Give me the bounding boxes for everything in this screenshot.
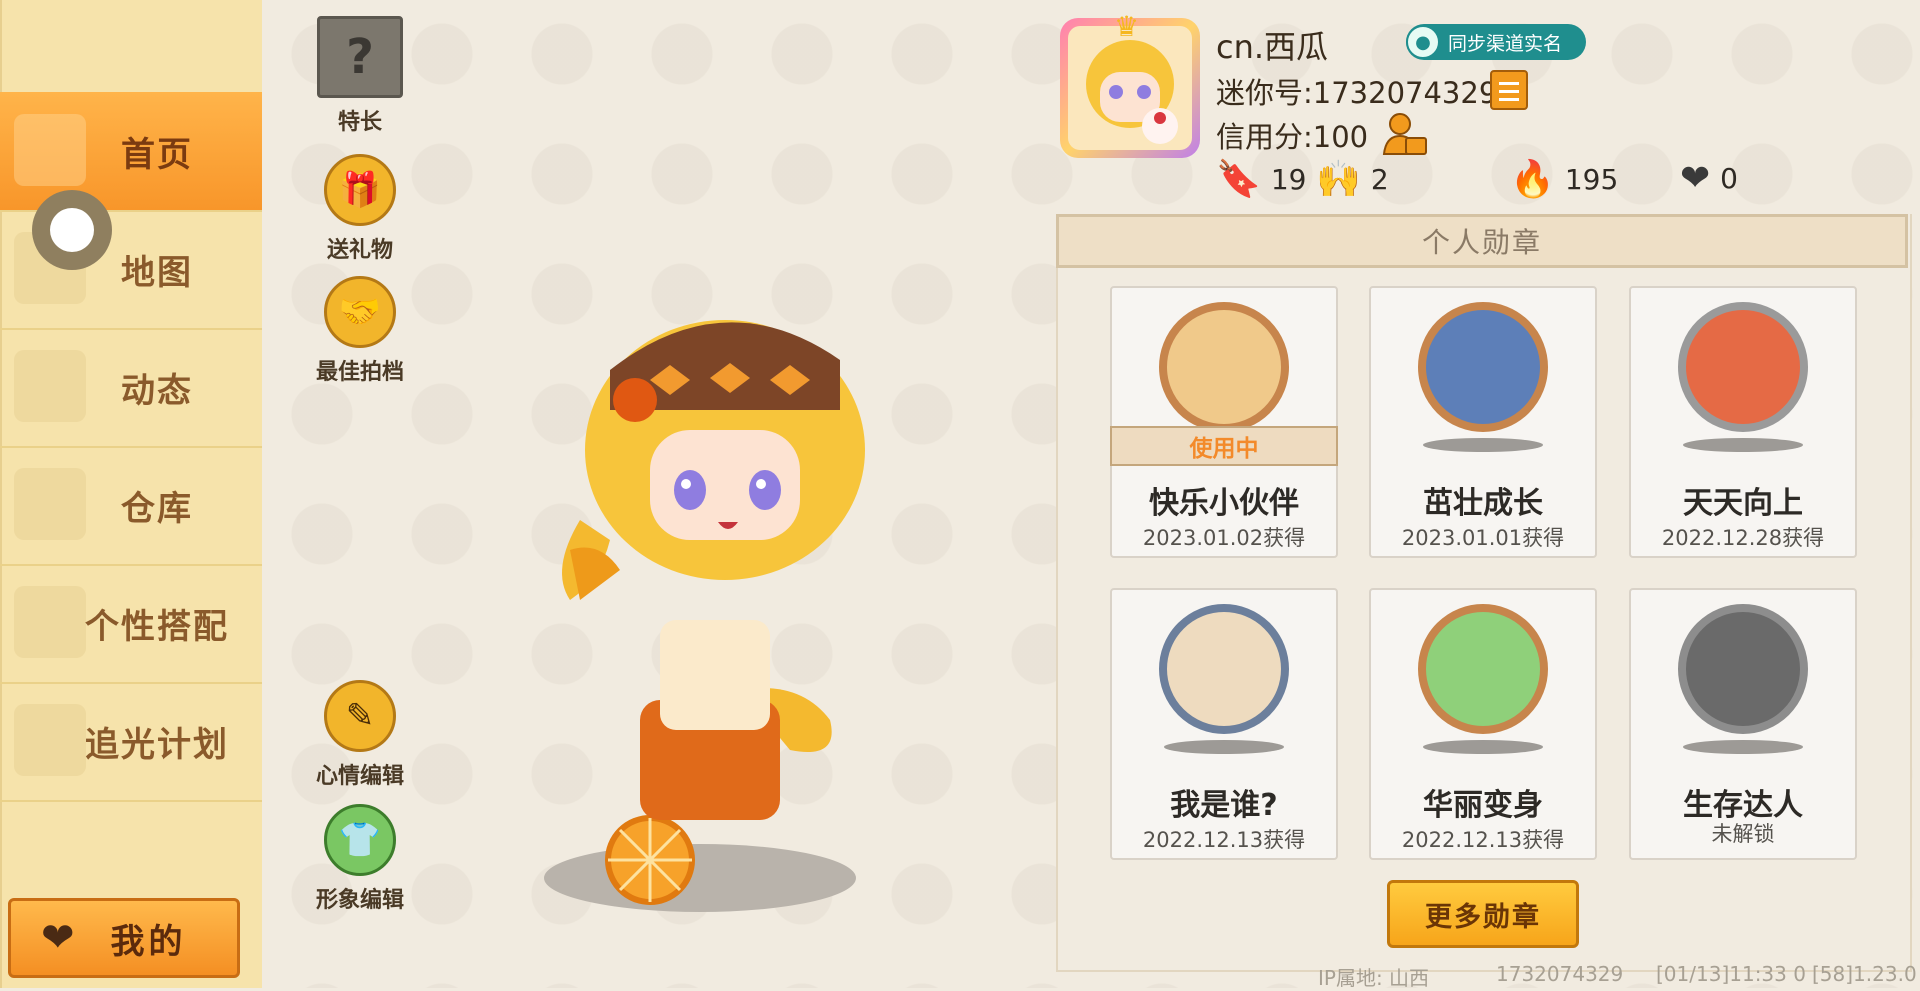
- skill-button[interactable]: ? 特长: [305, 16, 415, 136]
- ip-location: IP属地: 山西: [1318, 966, 1430, 990]
- in-use-badge: 使用中: [1110, 426, 1338, 466]
- medal-card[interactable]: 我是谁? 2022.12.13获得: [1110, 588, 1338, 860]
- stat-fire[interactable]: 🔥 195: [1510, 158, 1618, 200]
- footer-version: [58]1.23.0: [1812, 962, 1917, 986]
- medal-name: 快乐小伙伴: [1149, 486, 1299, 521]
- send-gift-button[interactable]: 🎁 送礼物: [305, 154, 415, 264]
- stat-likes-value: 0: [1720, 162, 1738, 195]
- sidebar-item-warehouse[interactable]: 仓库: [0, 446, 262, 566]
- sidebar: 首页 地图 动态 仓库 个性搭配 追光计划 ❤ 我的: [0, 0, 262, 988]
- sync-badge-label: 同步渠道实名: [1448, 32, 1563, 55]
- credit-score: 信用分:100: [1216, 120, 1369, 154]
- question-mark-icon: ?: [317, 16, 403, 98]
- best-partner-label: 最佳拍档: [315, 360, 404, 385]
- mood-edit-button[interactable]: ✎ 心情编辑: [305, 680, 415, 790]
- mini-id: 迷你号:1732074329: [1216, 76, 1498, 110]
- medal-shadow: [1683, 740, 1803, 754]
- medal-badge-icon: [1159, 302, 1289, 432]
- sidebar-item-light-plan[interactable]: 追光计划: [0, 682, 262, 802]
- medals-title: 个人勋章: [1056, 214, 1908, 268]
- medal-badge-icon: [1678, 604, 1808, 734]
- cheer-person-icon: 🙌: [1316, 159, 1361, 200]
- crown-icon: ♛: [1114, 10, 1140, 43]
- medal-shadow: [1423, 740, 1543, 754]
- medal-shadow: [1423, 438, 1543, 452]
- medal-name: 我是谁?: [1170, 788, 1278, 823]
- medal-card[interactable]: 使用中 快乐小伙伴 2023.01.02获得: [1110, 286, 1338, 558]
- edit-icon: ✎: [324, 680, 396, 752]
- sidebar-item-label: 个性搭配: [85, 606, 229, 647]
- id-card-icon[interactable]: [1382, 112, 1428, 156]
- mood-edit-label: 心情编辑: [315, 764, 404, 789]
- medal-card[interactable]: 华丽变身 2022.12.13获得: [1369, 588, 1597, 860]
- medal-card[interactable]: 天天向上 2022.12.28获得: [1629, 286, 1857, 558]
- sidebar-item-label: 仓库: [121, 488, 193, 529]
- sidebar-item-label: 地图: [121, 252, 193, 293]
- stat-fans[interactable]: 🙌 2: [1316, 158, 1389, 200]
- medal-date: 未解锁: [1711, 822, 1775, 846]
- medal-badge-icon: [1418, 302, 1548, 432]
- stat-add[interactable]: 🔖 19: [1216, 158, 1306, 200]
- sidebar-item-label: 追光计划: [85, 724, 229, 765]
- medal-date: 2023.01.02获得: [1142, 526, 1306, 550]
- sync-realname-badge[interactable]: ● 同步渠道实名: [1406, 24, 1586, 60]
- medal-name: 华丽变身: [1423, 788, 1543, 823]
- username: cn.西瓜: [1216, 28, 1329, 66]
- flame-icon: 🔥: [1510, 159, 1555, 200]
- home-icon: [14, 114, 86, 186]
- medal-date: 2022.12.28获得: [1661, 526, 1825, 550]
- medal-shadow: [1164, 740, 1284, 754]
- sidebar-item-feed[interactable]: 动态: [0, 328, 262, 448]
- sidebar-item-home[interactable]: 首页: [0, 92, 262, 212]
- medal-name: 茁壮成长: [1423, 486, 1543, 521]
- calendar-icon: [14, 704, 86, 776]
- stat-likes[interactable]: ❤ 0: [1680, 158, 1738, 199]
- avatar-image: [1068, 26, 1192, 150]
- medal-date: 2022.12.13获得: [1401, 828, 1565, 852]
- bell-icon: [14, 350, 86, 422]
- medal-badge-icon: [1418, 604, 1548, 734]
- floating-joystick[interactable]: [32, 190, 112, 270]
- medal-date: 2023.01.01获得: [1401, 526, 1565, 550]
- sidebar-item-outfit[interactable]: 个性搭配: [0, 564, 262, 684]
- gift-icon: 🎁: [324, 154, 396, 226]
- more-medals-button[interactable]: 更多勋章: [1387, 880, 1579, 948]
- shirt-icon: 👕: [324, 804, 396, 876]
- mine-label: 我的: [110, 921, 187, 962]
- medal-badge-icon: [1159, 604, 1289, 734]
- copy-icon[interactable]: [1490, 70, 1528, 110]
- medal-card[interactable]: 茁壮成长 2023.01.01获得: [1369, 286, 1597, 558]
- user-icon: ●: [1406, 25, 1440, 59]
- hearts-icon: ❤: [1680, 158, 1711, 199]
- stat-fans-value: 2: [1370, 162, 1389, 196]
- bookmark-plus-icon: 🔖: [1216, 159, 1261, 200]
- medal-badge-icon: [1678, 302, 1808, 432]
- heart-icon: ❤: [41, 915, 75, 961]
- sidebar-item-label: 首页: [121, 134, 193, 175]
- stat-add-value: 19: [1270, 162, 1307, 196]
- medal-card[interactable]: 生存达人 未解锁: [1629, 588, 1857, 860]
- stat-fire-value: 195: [1564, 162, 1619, 196]
- best-partner-button[interactable]: 🤝 最佳拍档: [305, 276, 415, 386]
- outfit-icon: [14, 586, 86, 658]
- handshake-icon: 🤝: [324, 276, 396, 348]
- avatar-edit-label: 形象编辑: [315, 888, 404, 913]
- send-gift-label: 送礼物: [326, 238, 393, 263]
- warehouse-icon: [14, 468, 86, 540]
- mine-button[interactable]: ❤ 我的: [8, 898, 240, 978]
- footer-time: [01/13]11:33 0: [1656, 962, 1806, 986]
- medal-shadow: [1683, 438, 1803, 452]
- character-model[interactable]: [540, 300, 910, 920]
- footer-user-id: 1732074329: [1496, 962, 1624, 986]
- medal-name: 天天向上: [1683, 486, 1803, 521]
- avatar-edit-button[interactable]: 👕 形象编辑: [305, 804, 415, 914]
- sidebar-item-label: 动态: [121, 370, 193, 411]
- medal-date: 2022.12.13获得: [1142, 828, 1306, 852]
- skill-label: 特长: [337, 110, 382, 135]
